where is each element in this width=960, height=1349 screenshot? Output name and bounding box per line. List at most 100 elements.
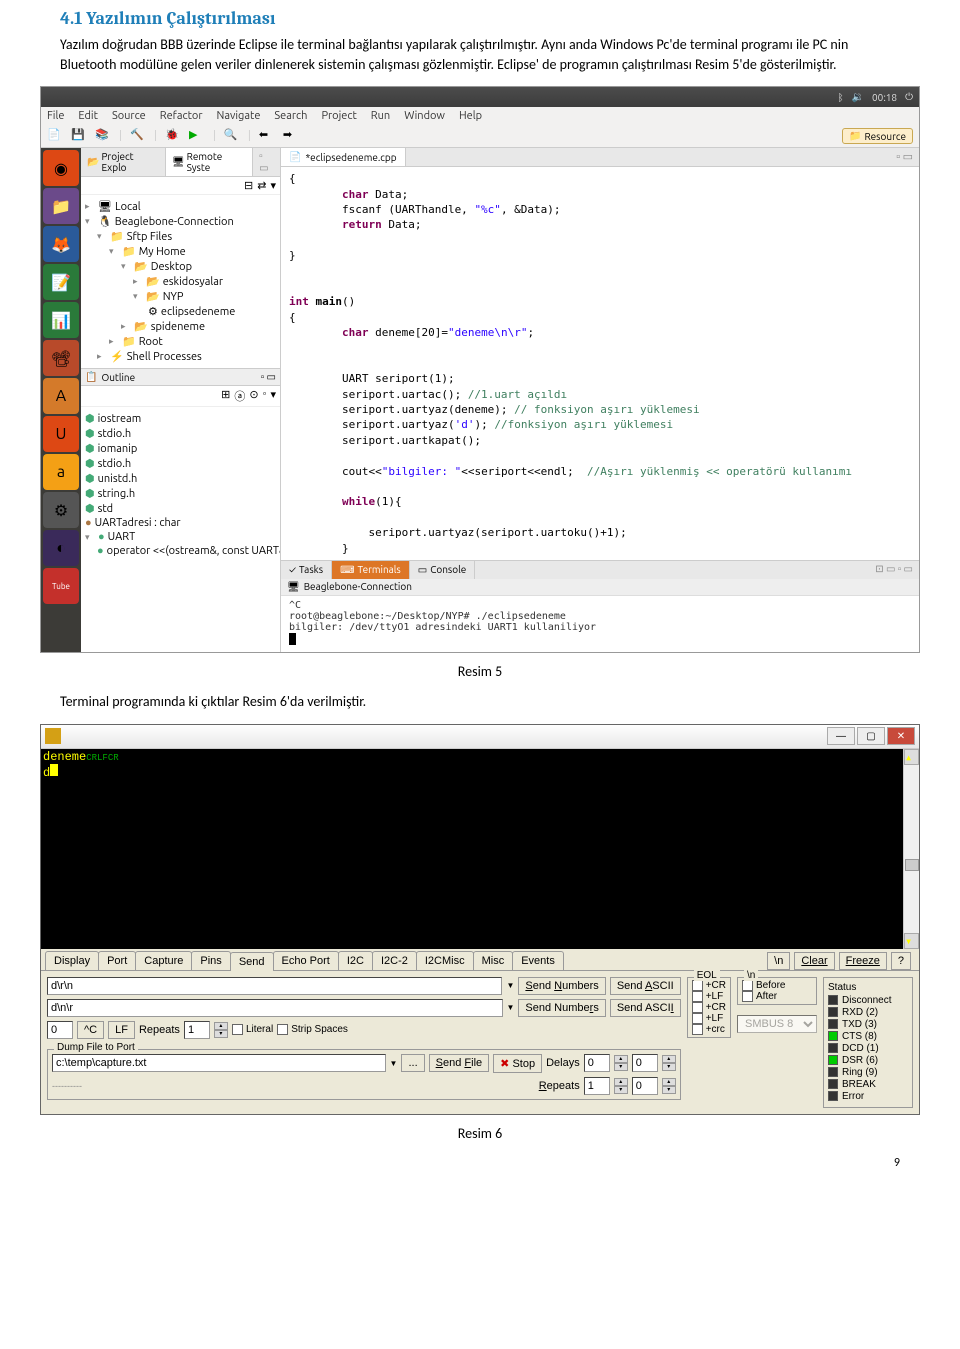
tree-myhome[interactable]: ▾📁My Home bbox=[85, 244, 276, 259]
after-check[interactable]: After bbox=[742, 991, 812, 1002]
launcher-eclipse[interactable]: ◐ bbox=[43, 530, 79, 566]
menu-run[interactable]: Run bbox=[371, 110, 390, 122]
tree-connection[interactable]: ▾🐧Beaglebone-Connection bbox=[85, 214, 276, 229]
dump-path-input[interactable] bbox=[52, 1054, 386, 1072]
tab-send[interactable]: Send bbox=[230, 952, 274, 971]
tab-project-explorer[interactable]: 📂Project Explo bbox=[81, 148, 166, 176]
menu-edit[interactable]: Edit bbox=[78, 110, 98, 122]
sound-icon[interactable]: 🔉 bbox=[852, 91, 864, 103]
tab-tasks[interactable]: ✓Tasks bbox=[281, 561, 332, 579]
scroll-down[interactable]: ▾ bbox=[904, 933, 919, 949]
eol-lf1[interactable]: +LF bbox=[692, 991, 726, 1002]
outline-string[interactable]: ⬢string.h bbox=[85, 486, 276, 501]
menu-file[interactable]: File bbox=[47, 110, 64, 122]
outline-iostream[interactable]: ⬢iostream bbox=[85, 411, 276, 426]
outline-uart[interactable]: ▾●UART bbox=[85, 530, 276, 544]
outline-stdio2[interactable]: ⬢stdio.h bbox=[85, 456, 276, 471]
tree-sftp[interactable]: ▾📁Sftp Files bbox=[85, 229, 276, 244]
save-icon[interactable]: 💾 bbox=[71, 128, 87, 144]
help-button[interactable]: ? bbox=[891, 952, 911, 970]
send-input-2[interactable] bbox=[47, 999, 503, 1017]
tree-local[interactable]: ▸🖥Local bbox=[85, 199, 276, 214]
launcher-youtube[interactable]: Tube bbox=[43, 568, 79, 604]
delay1-input[interactable] bbox=[584, 1054, 610, 1072]
delay1-spinner[interactable]: ▴▾ bbox=[614, 1055, 628, 1071]
eol-crc[interactable]: +crc bbox=[692, 1024, 726, 1035]
menu-project[interactable]: Project bbox=[321, 110, 356, 122]
tab-i2c2[interactable]: I2C-2 bbox=[372, 951, 417, 970]
tab-pins[interactable]: Pins bbox=[191, 951, 230, 970]
tab-capture[interactable]: Capture bbox=[135, 951, 192, 970]
clear-button[interactable]: Clear bbox=[794, 952, 834, 970]
tree-root[interactable]: ▸📁Root bbox=[85, 334, 276, 349]
menu-help[interactable]: Help bbox=[459, 110, 482, 122]
power-icon[interactable]: ⏻ bbox=[905, 91, 913, 103]
eol-cr1[interactable]: +CR bbox=[692, 980, 726, 991]
launcher-software[interactable]: A bbox=[43, 378, 79, 414]
outline-stdio1[interactable]: ⬢stdio.h bbox=[85, 426, 276, 441]
tab-i2cmisc[interactable]: I2CMisc bbox=[416, 951, 474, 970]
delay2-input[interactable] bbox=[632, 1054, 658, 1072]
minimize-button[interactable]: — bbox=[827, 727, 855, 745]
outline-operator[interactable]: ●operator <<(ostream&, const UART&) : o bbox=[85, 544, 276, 558]
launcher-settings[interactable]: ⚙ bbox=[43, 492, 79, 528]
bottom-controls[interactable]: ⊡ ▭ ▫ ▭ bbox=[869, 561, 919, 579]
send-input-1[interactable] bbox=[47, 977, 502, 995]
tab-events[interactable]: Events bbox=[512, 951, 564, 970]
outline-iomanip[interactable]: ⬢iomanip bbox=[85, 441, 276, 456]
collapse-icon[interactable]: ⊟ bbox=[244, 179, 253, 192]
launcher-calc[interactable]: 📊 bbox=[43, 302, 79, 338]
back-icon[interactable]: ⬅ bbox=[259, 128, 275, 144]
outline-std[interactable]: ⬢std bbox=[85, 501, 276, 516]
save-all-icon[interactable]: 📚 bbox=[95, 128, 111, 144]
send-numbers-1[interactable]: Send Numbers bbox=[518, 977, 605, 995]
tree-eclipsedeneme[interactable]: ⚙eclipsedeneme bbox=[85, 304, 276, 319]
outline-header[interactable]: 📋Outline ▫ ▭ bbox=[81, 368, 280, 386]
launcher-amazon[interactable]: a bbox=[43, 454, 79, 490]
launcher-files[interactable]: 📁 bbox=[43, 188, 79, 224]
launcher-writer[interactable]: 📝 bbox=[43, 264, 79, 300]
char-input[interactable] bbox=[47, 1021, 73, 1039]
ctrlc-button[interactable]: ^C bbox=[77, 1021, 104, 1039]
tree-nyp[interactable]: ▾📂NYP bbox=[85, 289, 276, 304]
run-icon[interactable]: ▶ bbox=[189, 128, 205, 144]
repeats-input[interactable] bbox=[184, 1021, 210, 1039]
newline-button[interactable]: \n bbox=[767, 952, 790, 970]
search-icon[interactable]: 🔍 bbox=[224, 128, 240, 144]
new-icon[interactable]: 📄 bbox=[47, 128, 63, 144]
launcher-firefox[interactable]: 🦊 bbox=[43, 226, 79, 262]
bluetooth-icon[interactable]: ᛒ bbox=[838, 92, 844, 103]
code-editor[interactable]: { char Data; fscanf (UARThandle, "%c", &… bbox=[281, 167, 919, 560]
menu-icon[interactable]: ▾ bbox=[270, 179, 276, 192]
smbus-select[interactable]: SMBUS 8 bbox=[737, 1015, 817, 1033]
close-button[interactable]: ✕ bbox=[887, 727, 915, 745]
launcher-ubuntu[interactable]: U bbox=[43, 416, 79, 452]
browse-button[interactable]: ... bbox=[401, 1054, 424, 1072]
terminal-output[interactable]: ^C root@beaglebone:~/Desktop/NYP# ./ecli… bbox=[281, 596, 919, 652]
perspective-resource[interactable]: 📁 Resource bbox=[842, 128, 913, 144]
menu-refactor[interactable]: Refactor bbox=[160, 110, 203, 122]
menu-window[interactable]: Window bbox=[404, 110, 445, 122]
forward-icon[interactable]: ➡ bbox=[283, 128, 299, 144]
tab-misc[interactable]: Misc bbox=[473, 951, 514, 970]
repeats2-spinner[interactable]: ▴▾ bbox=[614, 1078, 628, 1094]
before-check[interactable]: Before bbox=[742, 980, 812, 991]
tree-desktop[interactable]: ▾📂Desktop bbox=[85, 259, 276, 274]
repeats2-input[interactable] bbox=[584, 1077, 610, 1095]
literal-check[interactable]: Literal bbox=[232, 1024, 273, 1035]
tab-remote-systems[interactable]: 🖥Remote Syste bbox=[166, 148, 253, 176]
repeats2b-spinner[interactable]: ▴▾ bbox=[662, 1078, 676, 1094]
editor-controls[interactable]: ▫ ▭ bbox=[890, 148, 919, 166]
delay2-spinner[interactable]: ▴▾ bbox=[662, 1055, 676, 1071]
tree-spideneme[interactable]: ▸📂spideneme bbox=[85, 319, 276, 334]
outline-unistd[interactable]: ⬢unistd.h bbox=[85, 471, 276, 486]
tree-shell[interactable]: ▸⚡Shell Processes bbox=[85, 349, 276, 364]
maximize-button[interactable]: ▢ bbox=[857, 727, 885, 745]
lf-button[interactable]: LF bbox=[108, 1021, 135, 1039]
scroll-up[interactable]: ▴ bbox=[904, 749, 919, 765]
send-ascii-2[interactable]: Send ASCII bbox=[610, 999, 681, 1017]
panel-controls[interactable]: ▫ ▭ bbox=[253, 148, 280, 176]
debug-icon[interactable]: 🐞 bbox=[165, 128, 181, 144]
menu-search[interactable]: Search bbox=[274, 110, 307, 122]
eol-cr2[interactable]: +CR bbox=[692, 1002, 726, 1013]
